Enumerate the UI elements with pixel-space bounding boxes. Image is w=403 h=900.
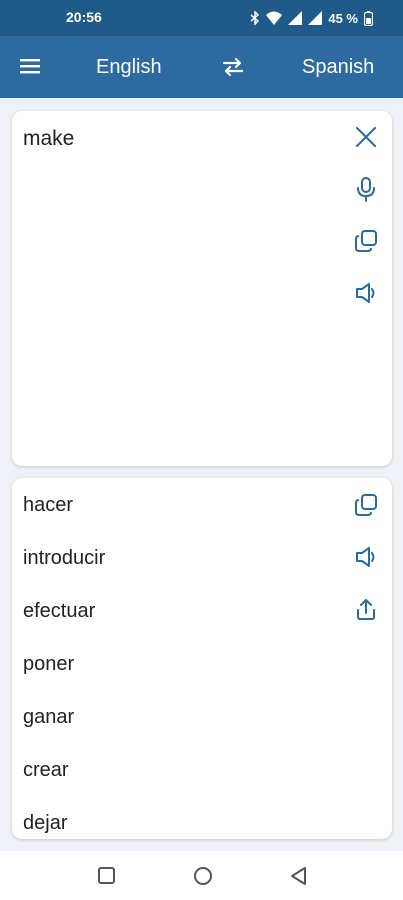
translation-item[interactable]: efectuar — [23, 598, 105, 651]
battery-icon — [364, 10, 373, 26]
source-language-button[interactable]: English — [96, 56, 162, 79]
input-text-field[interactable]: make — [23, 127, 74, 151]
input-card: make — [12, 111, 392, 466]
menu-icon[interactable] — [18, 56, 44, 78]
status-icons: 45 % — [250, 9, 373, 27]
translation-card: hacer introducir efectuar poner ganar cr… — [12, 478, 392, 839]
app-bar: English Spanish — [0, 36, 403, 98]
home-circle-icon[interactable] — [192, 865, 214, 887]
speaker-icon[interactable] — [352, 543, 380, 571]
translation-item[interactable]: hacer — [23, 492, 105, 545]
microphone-icon[interactable] — [352, 175, 380, 203]
speaker-icon[interactable] — [352, 279, 380, 307]
recents-square-icon[interactable] — [96, 865, 118, 887]
clear-icon[interactable] — [352, 123, 380, 151]
wifi-icon — [266, 11, 283, 25]
translation-item[interactable]: poner — [23, 651, 105, 704]
copy-icon[interactable] — [352, 491, 380, 519]
battery-text: 45 % — [328, 10, 358, 26]
translation-item[interactable]: crear — [23, 757, 105, 810]
swap-languages-icon[interactable] — [220, 55, 246, 79]
copy-icon[interactable] — [352, 227, 380, 255]
bluetooth-icon — [250, 11, 260, 25]
translation-list: hacer introducir efectuar poner ganar cr… — [23, 492, 105, 839]
translation-item[interactable]: introducir — [23, 545, 105, 598]
share-icon[interactable] — [352, 595, 380, 623]
signal-icon — [308, 11, 323, 25]
status-time: 20:56 — [66, 9, 102, 25]
translation-item[interactable]: dejar — [23, 810, 105, 839]
back-triangle-icon[interactable] — [288, 865, 310, 887]
system-nav-bar — [0, 851, 403, 900]
target-language-button[interactable]: Spanish — [302, 56, 374, 79]
status-bar: 20:56 45 % — [0, 0, 403, 36]
translation-item[interactable]: ganar — [23, 704, 105, 757]
signal-icon — [288, 11, 303, 25]
